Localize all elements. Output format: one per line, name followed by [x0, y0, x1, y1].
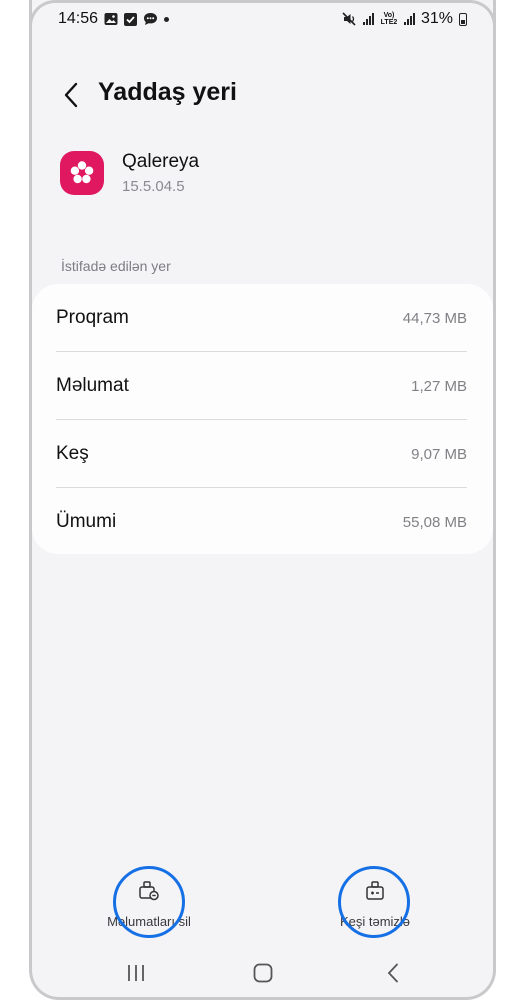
chevron-left-icon: [64, 82, 78, 108]
section-label: İstifadə edilən yer: [61, 258, 171, 274]
nav-back-button[interactable]: [373, 955, 413, 991]
gallery-flower-icon: [60, 151, 104, 195]
app-version: 15.5.04.5: [122, 178, 185, 195]
signal-icon-2: [403, 13, 415, 25]
storage-row-total: Ümumi 55,08 MB: [56, 488, 467, 556]
status-bar: 14:56 Vo) LTE2 31%: [32, 6, 493, 32]
home-icon: [253, 963, 273, 983]
storage-row-label: Ümumi: [56, 511, 117, 532]
recents-button[interactable]: [116, 955, 156, 991]
storage-row-label: Məlumat: [56, 375, 129, 396]
storage-row-label: Proqram: [56, 307, 129, 328]
status-time: 14:56: [58, 10, 99, 27]
storage-row-value: 44,73 MB: [402, 309, 467, 327]
recents-icon: [128, 965, 144, 981]
home-button[interactable]: [243, 955, 283, 991]
storage-row-value: 9,07 MB: [411, 445, 467, 463]
page-title: Yaddaş yeri: [98, 78, 237, 106]
network-type-label: Vo) LTE2: [380, 12, 398, 26]
navigation-bar: [32, 955, 493, 991]
clear-cache-button[interactable]: Keşi təmizlə: [295, 880, 455, 929]
status-right: Vo) LTE2 31%: [342, 10, 467, 28]
mute-icon: [342, 12, 357, 26]
status-left: 14:56: [58, 10, 170, 28]
dot-icon: [164, 16, 170, 22]
battery-icon: [459, 12, 467, 26]
storage-row-label: Keş: [56, 443, 89, 464]
storage-row-value: 55,08 MB: [402, 513, 467, 531]
clear-cache-icon: [364, 880, 386, 902]
back-icon: [387, 963, 398, 983]
storage-row-cache: Keş 9,07 MB: [56, 420, 467, 488]
storage-row-value: 1,27 MB: [411, 377, 467, 395]
phone-screen: 14:56 Vo) LTE2 31% Yaddaş yeri Qalereya …: [29, 0, 496, 1000]
clear-cache-label: Keşi təmizlə: [339, 914, 411, 929]
battery-percent: 31%: [420, 10, 453, 27]
clear-data-icon: [138, 880, 160, 902]
storage-row-data: Məlumat 1,27 MB: [56, 352, 467, 420]
clear-data-button[interactable]: Məlumatları sil: [69, 880, 229, 929]
gallery-icon: [104, 12, 118, 26]
storage-row-app: Proqram 44,73 MB: [56, 284, 467, 352]
chat-icon: [143, 12, 158, 26]
app-name: Qalereya: [122, 151, 200, 172]
signal-icon: [362, 13, 374, 25]
storage-card: Proqram 44,73 MB Məlumat 1,27 MB Keş 9,0…: [32, 284, 493, 554]
check-box-icon: [124, 12, 138, 26]
back-button[interactable]: [54, 75, 88, 115]
clear-data-label: Məlumatları sil: [107, 914, 191, 929]
